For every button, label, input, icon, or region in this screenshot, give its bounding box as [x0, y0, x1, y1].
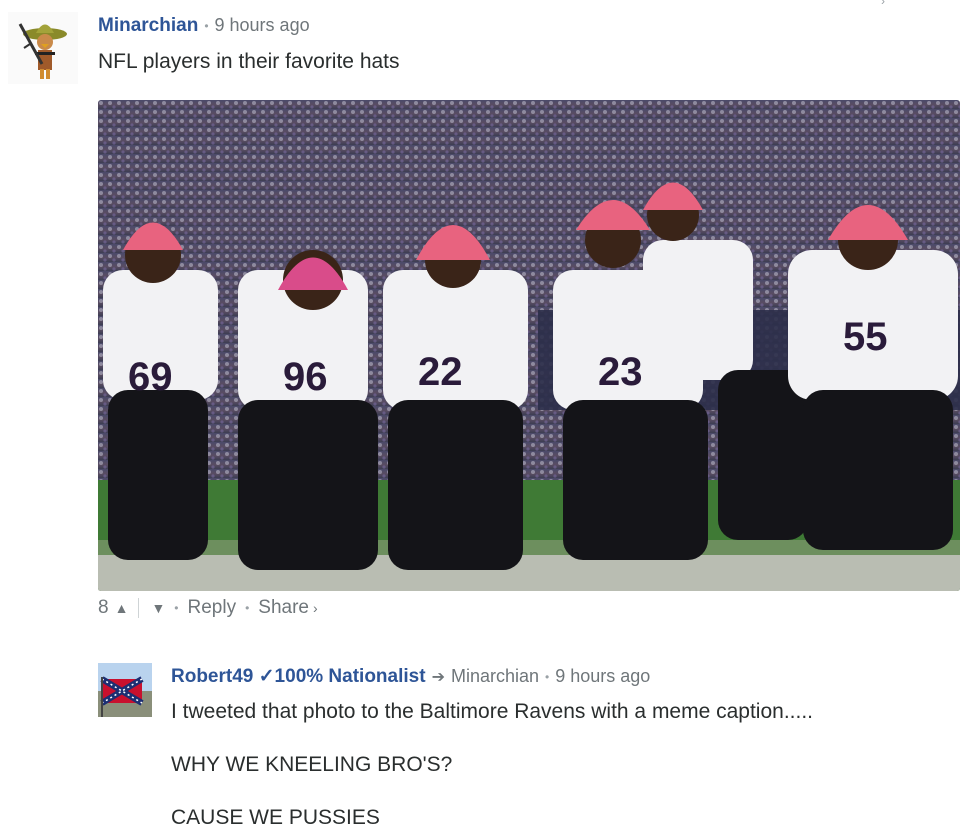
svg-text:96: 96 — [283, 355, 328, 399]
reply-author[interactable]: Robert49 ✓100% Nationalist — [171, 666, 426, 687]
chevron-right-icon: › — [312, 600, 318, 616]
footer-separator: • — [245, 601, 250, 615]
reply-arrow-icon: ➔ — [431, 669, 445, 686]
comment-text: NFL players in their favorite hats — [98, 50, 400, 73]
footer-separator: • — [174, 601, 179, 615]
commenter-avatar[interactable] — [8, 12, 78, 84]
options-caret-icon[interactable]: › — [881, 0, 885, 8]
svg-text:23: 23 — [598, 350, 643, 394]
reply-avatar[interactable] — [98, 663, 152, 717]
meta-separator: • — [204, 18, 209, 33]
share-button[interactable]: Share › — [258, 597, 317, 619]
comment-photo[interactable]: 69 96 22 23 55 — [98, 100, 960, 591]
svg-text:55: 55 — [843, 315, 888, 359]
chevron-up-icon: ▲ — [114, 600, 129, 616]
reply-button[interactable]: Reply — [188, 597, 237, 619]
reply-header: Robert49 ✓100% Nationalist ➔ Minarchian • 9 … — [171, 665, 650, 688]
downvote-button[interactable]: ▼ — [151, 600, 165, 616]
comment-author[interactable]: Minarchian — [98, 15, 198, 36]
comment-time[interactable]: 9 hours ago — [215, 15, 310, 35]
meta-separator: • — [545, 669, 550, 684]
kneeling-players-photo: 69 96 22 23 55 — [98, 100, 960, 591]
reply-text-line: WHY WE KNEELING BRO'S? — [171, 753, 453, 776]
avatar-image — [98, 663, 152, 717]
reply-parent-author[interactable]: Minarchian — [451, 666, 539, 686]
reply-text-line: I tweeted that photo to the Baltimore Ra… — [171, 700, 814, 723]
chevron-down-icon: ▼ — [151, 600, 166, 616]
share-label: Share — [258, 597, 309, 618]
comment-footer: 8 ▲ ▼ • Reply • Share › — [98, 597, 318, 619]
comment-header: Minarchian • 9 hours ago — [98, 15, 310, 37]
svg-text:69: 69 — [128, 355, 173, 399]
vote-count: 8 — [98, 597, 109, 618]
reply-time[interactable]: 9 hours ago — [555, 666, 650, 686]
svg-text:22: 22 — [418, 350, 463, 394]
reply-text-line: CAUSE WE PUSSIES — [171, 806, 380, 829]
upvote-button[interactable]: ▲ — [115, 600, 129, 616]
vote-divider — [138, 598, 140, 618]
avatar-image — [8, 12, 78, 84]
